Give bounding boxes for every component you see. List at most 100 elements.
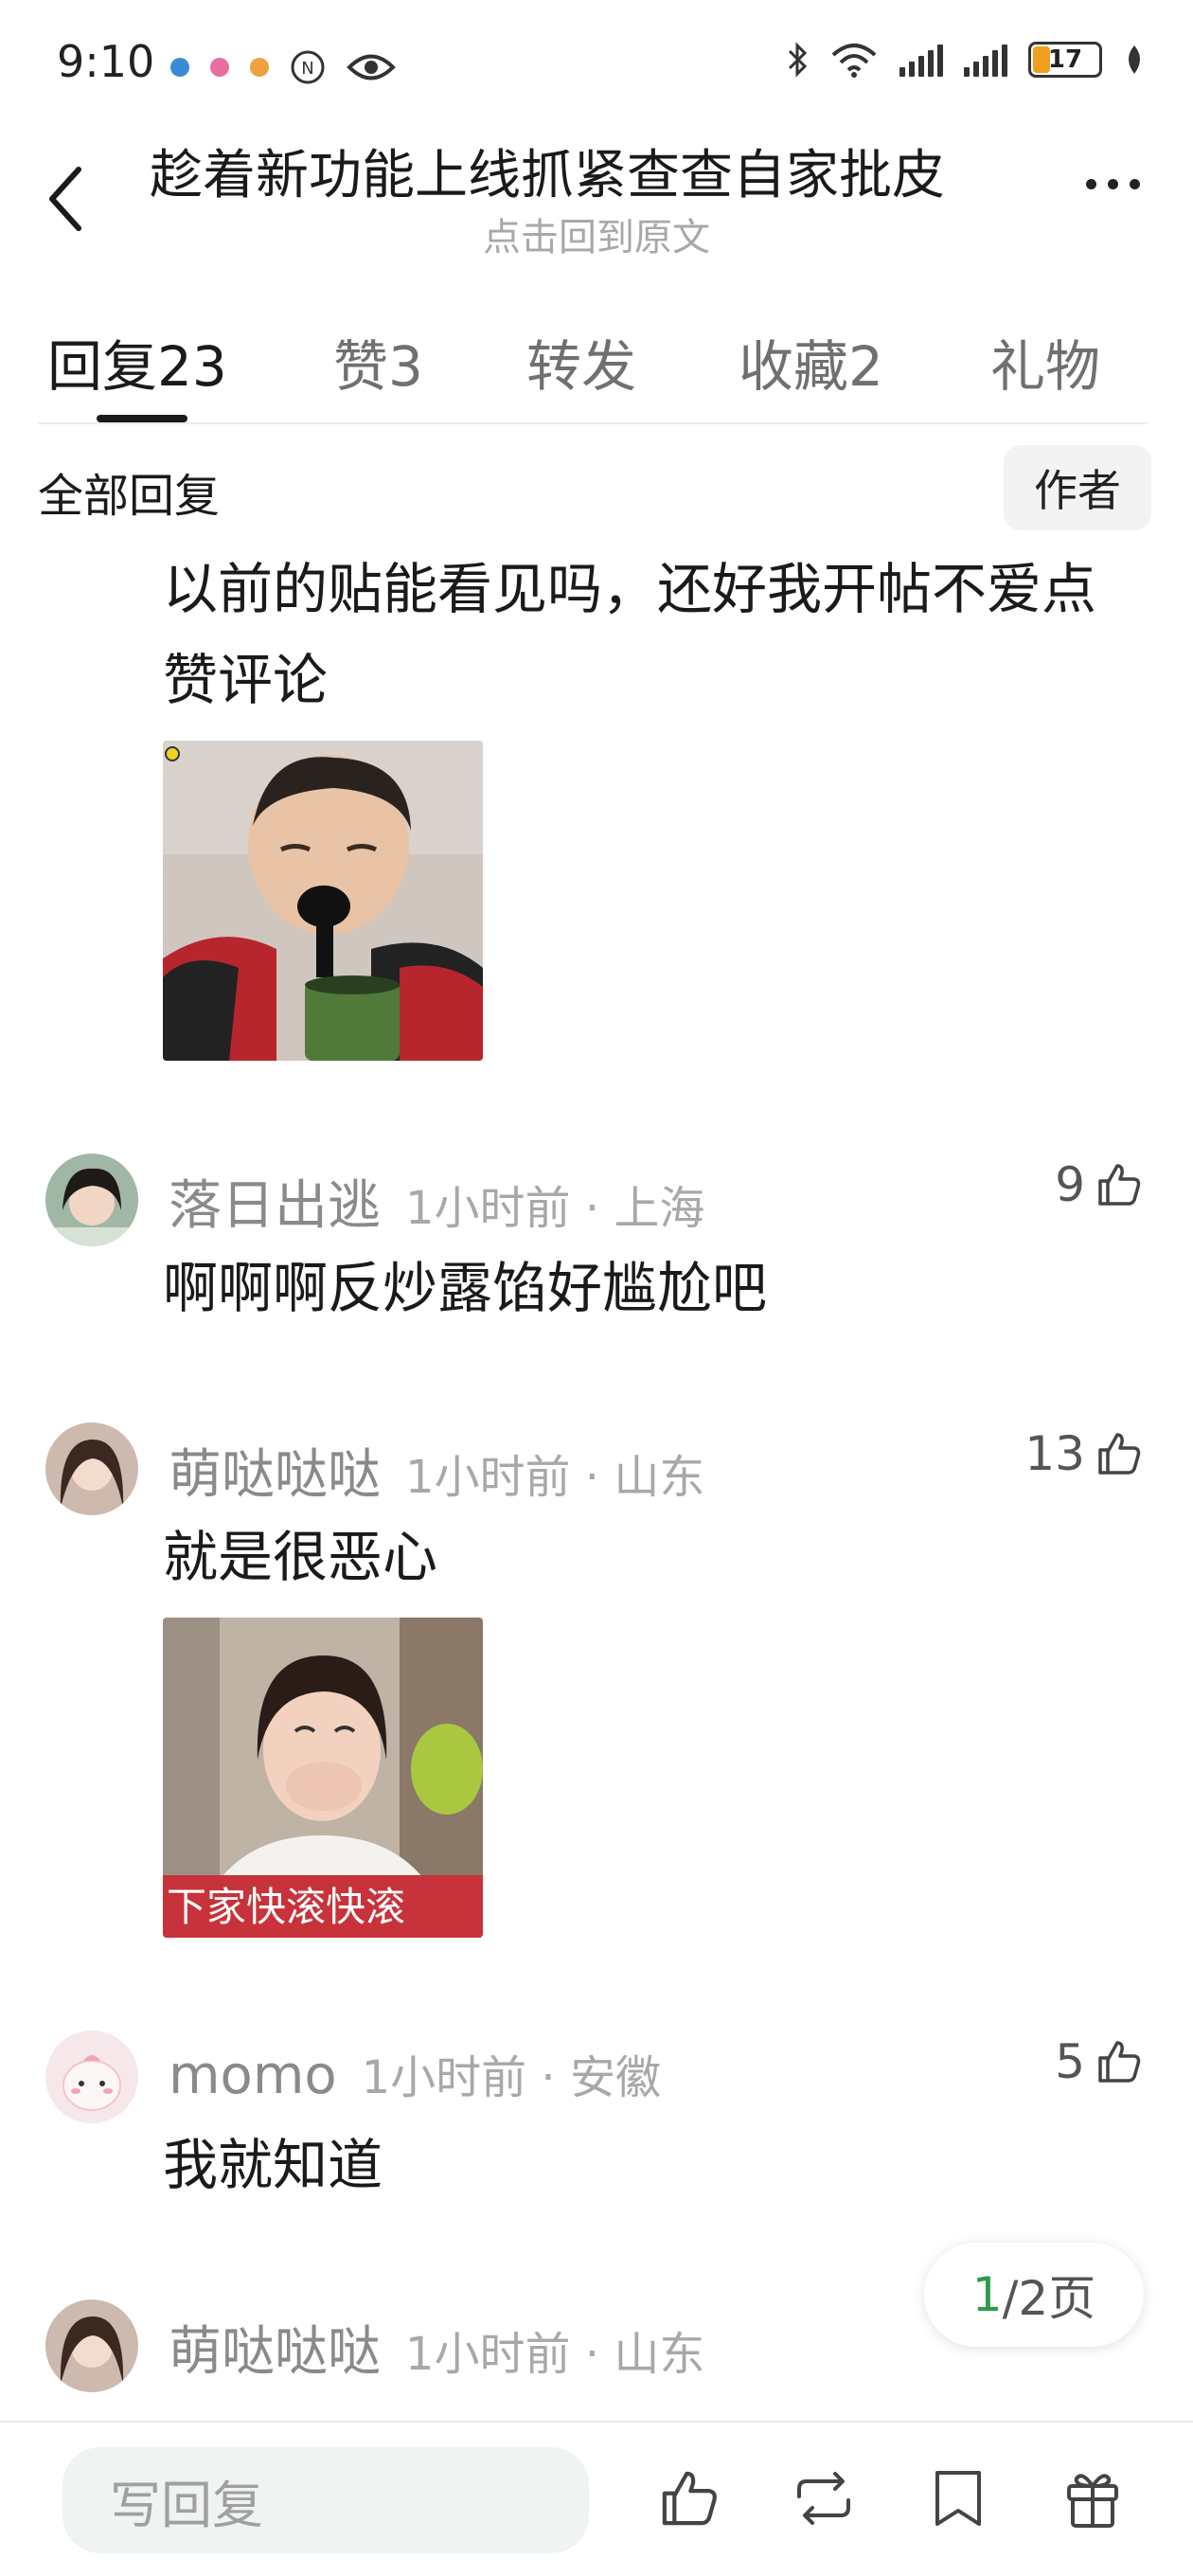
tab-reposts[interactable]: 转发 bbox=[526, 322, 636, 402]
status-system-icons: 17 bbox=[786, 42, 1146, 78]
like-button[interactable]: 9 bbox=[1055, 1157, 1144, 1212]
user-avatar-image bbox=[45, 1422, 138, 1515]
comment-text: 就是很恶心 bbox=[163, 1525, 438, 1589]
bookmark-button[interactable] bbox=[920, 2460, 996, 2536]
comment-location: 山东 bbox=[614, 1451, 705, 1504]
thumbs-up-icon bbox=[1098, 1433, 1141, 1475]
username[interactable]: momo bbox=[169, 2045, 337, 2106]
like-count: 13 bbox=[1024, 1426, 1085, 1481]
tab-count: 23 bbox=[157, 334, 227, 399]
like-count: 5 bbox=[1055, 2034, 1085, 2089]
comment-meta: 萌哒哒哒 1小时前 · 山东 bbox=[169, 2309, 704, 2386]
comment-text: 啊啊啊反炒露馅好尴尬吧 bbox=[163, 1256, 768, 1320]
back-to-original-link[interactable]: 点击回到原文 bbox=[0, 206, 1193, 261]
comment-time: 1小时前 bbox=[405, 2328, 571, 2381]
post-header: 趁着新功能上线抓紧查查自家批皮 点击回到原文 bbox=[0, 133, 1193, 275]
repost-icon bbox=[797, 2472, 850, 2525]
bluetooth-icon bbox=[788, 42, 808, 78]
gift-button[interactable] bbox=[1055, 2460, 1131, 2536]
tab-count: 3 bbox=[388, 334, 423, 399]
tab-favorites[interactable]: 收藏2 bbox=[739, 322, 883, 402]
app-notification-icon bbox=[210, 58, 229, 77]
tab-label: 回复 bbox=[47, 334, 158, 399]
user-avatar-image bbox=[45, 1154, 138, 1246]
interaction-tabs: 回复23 赞3 转发 收藏2 礼物 bbox=[0, 303, 1193, 426]
username[interactable]: 萌哒哒哒 bbox=[169, 2309, 381, 2386]
username[interactable]: 落日出逃 bbox=[169, 1163, 381, 1240]
more-dot-icon bbox=[1085, 178, 1096, 189]
app-notification-icon bbox=[250, 58, 269, 77]
comment-meta: 萌哒哒哒 1小时前 · 山东 bbox=[169, 1432, 704, 1509]
status-bar: 9:10 N 17 bbox=[0, 0, 1193, 133]
user-avatar-image bbox=[45, 2299, 138, 2392]
more-dot-icon bbox=[1107, 178, 1118, 189]
signal-icon bbox=[899, 43, 943, 77]
more-dot-icon bbox=[1129, 178, 1140, 189]
separator-dot: · bbox=[570, 1182, 614, 1235]
tab-likes[interactable]: 赞3 bbox=[333, 322, 423, 402]
repost-button[interactable] bbox=[786, 2460, 862, 2536]
comment-time: 1小时前 bbox=[405, 1182, 571, 1235]
page-indicator[interactable]: 1/2页 bbox=[924, 2243, 1144, 2347]
comment-location: 安徽 bbox=[569, 2051, 661, 2104]
avatar[interactable] bbox=[45, 2030, 138, 2123]
app-notification-icon bbox=[170, 58, 189, 77]
current-page: 1 bbox=[971, 2267, 1003, 2322]
like-count: 9 bbox=[1055, 1157, 1085, 1212]
like-post-button[interactable] bbox=[651, 2460, 727, 2536]
comment-text: 以前的贴能看见吗，还好我开帖不爱点赞评论 bbox=[163, 557, 1097, 712]
comment-time: 1小时前 bbox=[405, 1451, 571, 1504]
leaf-icon bbox=[1129, 45, 1140, 74]
comment-image[interactable] bbox=[163, 741, 483, 1061]
page-total: /2页 bbox=[1002, 2271, 1096, 2326]
tab-replies[interactable]: 回复23 bbox=[47, 322, 227, 402]
tab-label: 礼物 bbox=[990, 334, 1101, 399]
comment-meta: 落日出逃 1小时前 · 上海 bbox=[169, 1163, 704, 1240]
section-title: 全部回复 bbox=[38, 470, 221, 523]
svg-text:N: N bbox=[301, 59, 313, 79]
comment-location: 山东 bbox=[614, 2328, 705, 2381]
separator-dot: · bbox=[526, 2051, 570, 2104]
user-avatar-image bbox=[45, 2030, 138, 2123]
separator-dot: · bbox=[570, 2328, 614, 2381]
wifi-icon bbox=[831, 44, 877, 78]
reply-input[interactable]: 写回复 bbox=[62, 2447, 589, 2553]
more-options-button[interactable] bbox=[1070, 155, 1155, 212]
status-time: 9:10 bbox=[57, 36, 155, 87]
meme-image bbox=[163, 741, 483, 1061]
avatar[interactable] bbox=[45, 1154, 138, 1246]
tab-label: 赞 bbox=[333, 334, 389, 399]
avatar[interactable] bbox=[45, 1422, 138, 1515]
thumbs-up-icon bbox=[1098, 1164, 1141, 1206]
like-button[interactable]: 13 bbox=[1024, 1426, 1144, 1481]
like-button[interactable]: 5 bbox=[1055, 2034, 1144, 2089]
comment-text: 我就知道 bbox=[163, 2133, 383, 2197]
avatar[interactable] bbox=[45, 2299, 138, 2392]
comment-meta: momo 1小时前 · 安徽 bbox=[169, 2040, 661, 2106]
signal-icon bbox=[964, 43, 1007, 77]
tab-count: 2 bbox=[848, 334, 883, 399]
tab-label: 收藏 bbox=[739, 334, 849, 399]
comment-image[interactable]: 下家快滚快滚 bbox=[163, 1618, 483, 1938]
gift-icon bbox=[1067, 2474, 1118, 2528]
eye-icon bbox=[347, 54, 396, 80]
battery-level: 17 bbox=[1047, 45, 1083, 74]
bottom-action-bar: 写回复 bbox=[0, 2421, 1193, 2576]
like-icon bbox=[662, 2471, 717, 2526]
tab-label: 转发 bbox=[526, 334, 637, 399]
divider bbox=[38, 422, 1148, 424]
comment-time: 1小时前 bbox=[361, 2051, 527, 2104]
thumbs-up-icon bbox=[1098, 2041, 1141, 2083]
active-tab-indicator bbox=[97, 415, 187, 422]
author-filter-button[interactable]: 作者 bbox=[1004, 445, 1151, 530]
comment-location: 上海 bbox=[614, 1182, 705, 1235]
post-title[interactable]: 趁着新功能上线抓紧查查自家批皮 bbox=[150, 133, 1040, 209]
tab-gifts[interactable]: 礼物 bbox=[990, 322, 1100, 402]
bookmark-icon bbox=[935, 2471, 981, 2526]
nfc-icon: N bbox=[291, 50, 325, 84]
username[interactable]: 萌哒哒哒 bbox=[169, 1432, 381, 1509]
image-caption: 下家快滚快滚 bbox=[167, 1884, 406, 1930]
battery-icon: 17 bbox=[1028, 42, 1102, 78]
status-notification-icons: N bbox=[170, 49, 396, 85]
separator-dot: · bbox=[570, 1451, 614, 1504]
